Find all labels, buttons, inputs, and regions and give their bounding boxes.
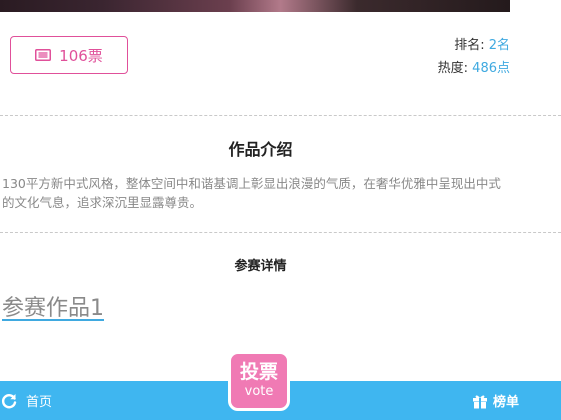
- rank-row: 排名: 2名: [438, 34, 510, 57]
- nav-ranking-label: 榜单: [492, 395, 519, 410]
- heat-label: 热度:: [437, 61, 469, 76]
- nav-home-label: 首页: [26, 395, 53, 410]
- entry-link[interactable]: 参赛作品1: [2, 290, 104, 322]
- vote-count-label: 106票: [59, 46, 103, 65]
- intro-text: 130平方新中式风格，整体空间中和谐基调上彰显出浪漫的气质，在奢华优雅中呈现出中…: [2, 176, 501, 210]
- vote-button-label: 投票: [239, 361, 278, 383]
- ranking-info: 排名: 2名 热度: 486点: [438, 34, 510, 80]
- heat-row: 热度: 486点: [438, 57, 510, 80]
- gift-icon: [472, 394, 487, 408]
- refresh-icon: [1, 393, 17, 408]
- nav-ranking[interactable]: 榜单: [472, 381, 519, 420]
- heat-value: 486点: [472, 61, 510, 76]
- intro-title: 作品介绍: [228, 140, 293, 159]
- divider: [0, 115, 561, 116]
- divider: [0, 232, 561, 233]
- vote-button-sublabel: vote: [244, 384, 274, 399]
- cover-image: [0, 0, 510, 12]
- vote-count-button[interactable]: 106票: [10, 36, 128, 74]
- rank-value: 2名: [488, 38, 510, 53]
- ticket-icon: [35, 49, 52, 61]
- vote-button[interactable]: 投票 vote: [228, 351, 290, 411]
- nav-home[interactable]: 首页: [0, 381, 52, 420]
- rank-label: 排名:: [454, 38, 485, 53]
- details-title: 参赛详情: [234, 259, 287, 274]
